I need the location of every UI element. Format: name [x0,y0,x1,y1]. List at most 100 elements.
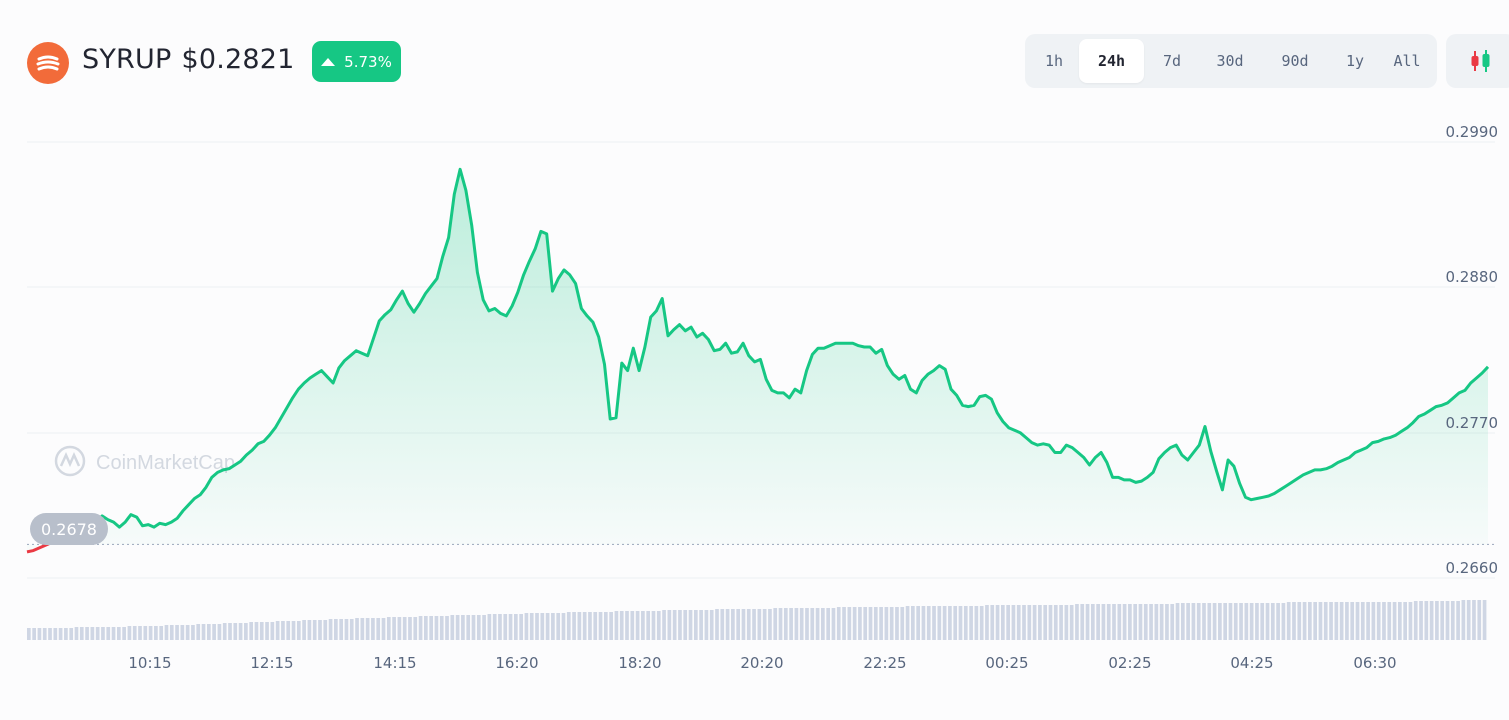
volume-bar [789,608,793,640]
volume-bar [286,621,291,640]
volume-bar [1350,602,1355,640]
volume-bar [122,627,126,640]
volume-bar [74,627,79,640]
volume-bar [1138,604,1143,640]
volume-bar [27,628,31,640]
volume-bar [1360,602,1365,640]
volume-bar [1006,605,1010,640]
volume-bar [482,615,486,640]
volume-bar [667,610,672,640]
volume-bar [402,617,407,640]
volume-bar [678,610,682,640]
x-tick-label: 14:15 [373,654,416,672]
volume-bar [1038,605,1042,640]
volume-bar [106,627,111,640]
volume-bar [704,610,709,640]
volume-bar [905,606,910,640]
volume-bar [180,625,185,640]
volume-bar [551,613,555,640]
volume-bar [1069,605,1074,640]
volume-bar [1334,602,1339,640]
x-tick-label: 06:30 [1353,654,1396,672]
volume-bar [1101,604,1106,640]
volume-bar [1048,605,1053,640]
volume-bar [1059,605,1063,640]
volume-bar [1398,602,1402,640]
price-chart[interactable]: CoinMarketCap 0.2990 0.2880 0.2770 0.2660 1… [0,0,1509,720]
volume-bar [1154,604,1159,640]
volume-bar [1419,601,1423,640]
volume-bar [1027,605,1032,640]
volume-bar [228,623,232,640]
volume-bar [429,616,433,640]
volume-bar [1429,601,1434,640]
volume-bar [540,613,545,640]
x-tick-label: 18:20 [618,654,661,672]
volume-bar [1255,603,1259,640]
volume-bar [641,611,645,640]
volume-bar [127,626,132,640]
volume-bar [619,611,624,640]
volume-bar [296,621,301,640]
volume-bar [148,626,153,640]
volume-bar [746,609,751,640]
watermark: CoinMarketCap [54,445,235,477]
volume-bar [1371,602,1376,640]
volume-bar [646,611,651,640]
volume-bar [1196,603,1201,640]
volume-bar [1355,602,1360,640]
volume-bar [196,624,201,640]
volume-bar [979,606,984,640]
y-tick-label: 0.2880 [1446,268,1499,286]
volume-bar [942,606,947,640]
volume-bar [773,608,778,640]
volume-bar [577,612,582,640]
volume-bar [847,607,852,640]
volume-bar [709,610,714,640]
volume-bar [270,622,275,640]
volume-bar [318,620,322,640]
volume-bar [201,624,206,640]
volume-bar [1239,603,1243,640]
volume-bar [265,622,269,640]
volume-bar [1308,602,1312,640]
volume-bar [455,615,460,640]
volume-bar [95,627,100,640]
volume-bar [1392,602,1397,640]
volume-bar [1249,603,1254,640]
volume-bar [635,611,640,640]
volume-bar [985,605,989,640]
volume-bar [1085,604,1090,640]
volume-bar [1096,604,1100,640]
volume-bar [101,627,105,640]
volume-bar [1382,602,1386,640]
volume-bar [64,628,68,640]
volume-bar [514,614,518,640]
volume-bar [206,624,211,640]
x-tick-label: 02:25 [1108,654,1151,672]
volume-bar [1228,603,1233,640]
volume-bar [1466,600,1471,640]
volume-bar [371,618,375,640]
volume-bar [1318,602,1323,640]
volume-bar [1186,603,1190,640]
volume-bar [238,623,243,640]
volume-bar [683,610,688,640]
volume-bar [921,606,926,640]
volume-bar [831,608,836,640]
volume-bar [1477,600,1482,640]
volume-bar [1270,603,1275,640]
volume-bar [1149,604,1153,640]
volume-bar [974,606,979,640]
volume-bar [1302,602,1307,640]
volume-bar [381,618,386,640]
volume-bar [688,610,693,640]
volume-bar [492,614,497,640]
volume-bar [836,607,841,640]
volume-bar [821,608,825,640]
volume-bar [79,627,84,640]
volume-bar [471,615,476,640]
volume-bar [476,615,481,640]
volume-bar [895,607,899,640]
volume-bar [1165,604,1169,640]
